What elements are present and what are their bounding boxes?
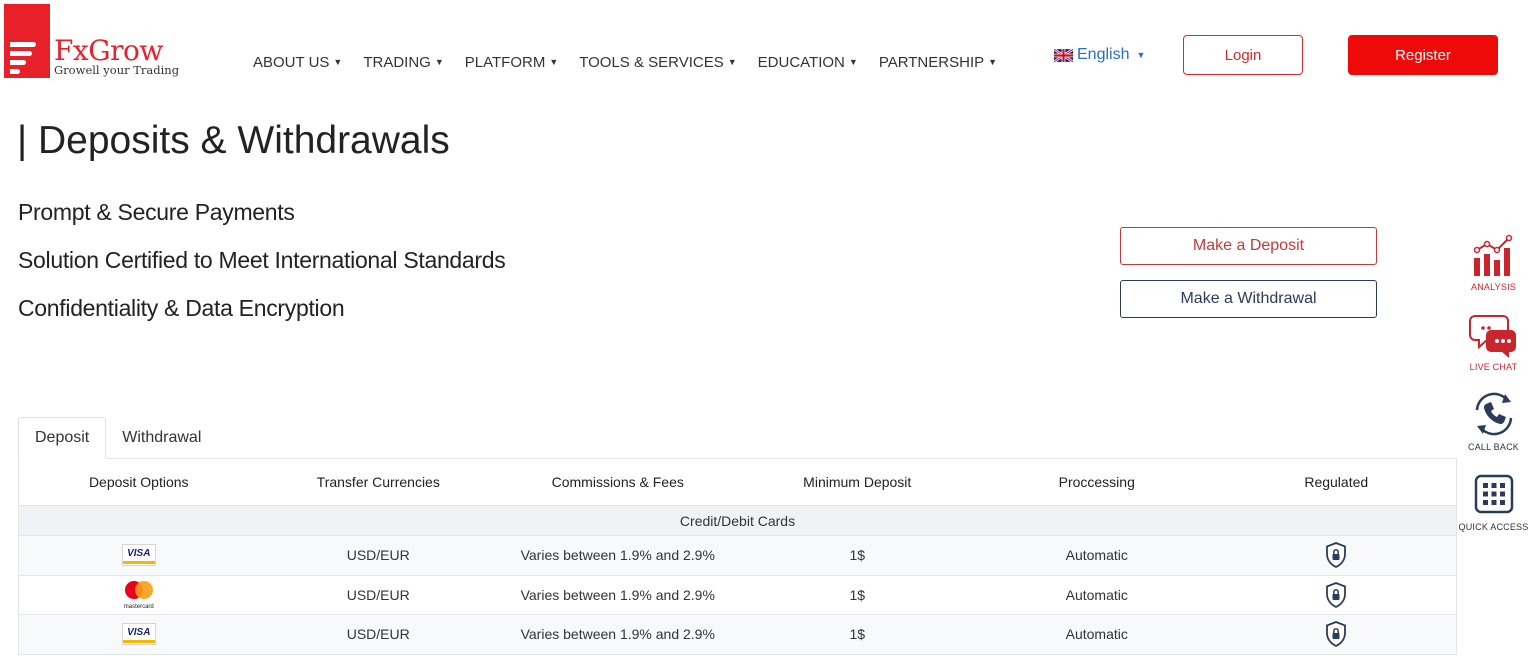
nav-education[interactable]: EDUCATION ▼ (758, 54, 858, 71)
column-header: Deposit Options (88, 474, 189, 490)
caret-down-icon: ▼ (333, 57, 343, 67)
regulated-cell (1217, 621, 1457, 648)
deposit-option-cell: VISA (19, 544, 259, 567)
table-header: Deposit Options Transfer Currencies Comm… (19, 459, 1456, 506)
caret-down-icon: ▼ (848, 57, 858, 67)
feature-item: Solution Certified to Meet International… (18, 247, 506, 273)
nav-trading[interactable]: TRADING ▼ (363, 54, 443, 71)
site-header: FxGrow Growell your Trading ABOUT US ▼ TR… (0, 0, 1529, 100)
processing-cell: Automatic (1065, 586, 1128, 603)
column-header: Regulated (1304, 474, 1369, 490)
currencies-cell: USD/EUR (346, 626, 410, 643)
tab-deposit[interactable]: Deposit (18, 417, 107, 459)
language-selector[interactable]: English ▼ (1054, 46, 1145, 64)
feature-item: Prompt & Secure Payments (18, 199, 295, 225)
nav-about-us[interactable]: ABOUT US ▼ (253, 54, 342, 71)
analysis-chart-icon (1473, 234, 1512, 276)
nav-label: TRADING (363, 54, 431, 71)
side-widget-label: CALL BACK (1468, 442, 1519, 452)
table-row: mastercard USD/EUR Varies between 1.9% a… (19, 576, 1457, 615)
fees-cell: Varies between 1.9% and 2.9% (520, 547, 715, 564)
table-row: VISA USD/EUR Varies between 1.9% and 2.9… (19, 536, 1456, 576)
deposit-option-cell: mastercard (19, 580, 259, 610)
nav-label: PARTNERSHIP (878, 54, 985, 71)
shield-lock-icon (1326, 542, 1347, 569)
nav-label: EDUCATION (757, 54, 845, 71)
caret-down-icon: ▼ (549, 57, 559, 67)
phone-callback-icon (1475, 392, 1512, 436)
visa-text: VISA (127, 548, 151, 560)
min-deposit-cell: 1$ (849, 626, 866, 643)
make-withdrawal-button[interactable]: Make a Withdrawal (1120, 280, 1377, 318)
currencies-cell: USD/EUR (346, 547, 410, 564)
nav-partnership[interactable]: PARTNERSHIP ▼ (879, 54, 997, 71)
fees-cell: Varies between 1.9% and 2.9% (520, 586, 715, 603)
feature-item: Confidentiality & Data Encryption (18, 295, 345, 321)
caret-down-icon: ▼ (1136, 50, 1146, 60)
visa-logo-icon: VISA (121, 623, 156, 646)
nav-label: PLATFORM (464, 54, 546, 71)
min-deposit-cell: 1$ (849, 586, 866, 603)
min-deposit-cell: 1$ (849, 547, 866, 564)
nav-label: TOOLS & SERVICES (579, 54, 724, 71)
visa-text: VISA (127, 627, 151, 639)
column-header: Proccessing (1058, 474, 1135, 490)
shield-lock-icon (1326, 581, 1347, 608)
brand-name: FxGrow (54, 34, 163, 67)
deposit-option-cell: VISA (19, 623, 259, 646)
caret-down-icon: ▼ (434, 57, 444, 67)
regulated-cell (1217, 581, 1457, 608)
make-deposit-button[interactable]: Make a Deposit (1120, 227, 1377, 265)
nav-platform[interactable]: PLATFORM ▼ (465, 54, 558, 71)
table-row: VISA USD/EUR Varies between 1.9% and 2.9… (19, 615, 1456, 655)
tab-withdrawal[interactable]: Withdrawal (106, 417, 217, 459)
chat-bubbles-icon (1468, 315, 1516, 358)
brand-logo[interactable]: FxGrow Growell your Trading (4, 4, 179, 78)
column-header: Transfer Currencies (316, 474, 440, 490)
register-button[interactable]: Register (1348, 35, 1498, 75)
column-header: Commissions & Fees (551, 474, 684, 490)
side-widget-analysis[interactable]: ANALYSIS (1458, 228, 1529, 298)
caret-down-icon: ▼ (988, 57, 998, 67)
fees-cell: Varies between 1.9% and 2.9% (520, 626, 715, 643)
side-widget-call-back[interactable]: CALL BACK (1458, 388, 1529, 458)
nav-label: ABOUT US (253, 54, 330, 71)
payment-tabs: Deposit Withdrawal (18, 417, 217, 459)
currencies-cell: USD/EUR (346, 586, 410, 603)
processing-cell: Automatic (1065, 626, 1128, 643)
mastercard-text: mastercard (123, 603, 154, 610)
side-widget-quick-access[interactable]: QUICK ACCESS (1458, 468, 1529, 538)
uk-flag-icon (1054, 48, 1073, 62)
visa-logo-icon: VISA (121, 544, 156, 567)
processing-cell: Automatic (1065, 547, 1128, 564)
shield-lock-icon (1326, 621, 1347, 648)
side-widget-label: QUICK ACCESS (1458, 522, 1529, 532)
regulated-cell (1217, 542, 1457, 569)
mastercard-logo-icon: mastercard (121, 580, 157, 610)
deposit-options-table: Deposit Options Transfer Currencies Comm… (18, 458, 1457, 655)
nav-tools-services[interactable]: TOOLS & SERVICES ▼ (579, 54, 736, 71)
page-title: | Deposits & Withdrawals (17, 119, 450, 162)
column-header: Minimum Deposit (803, 474, 912, 490)
side-widget-label: LIVE CHAT (1469, 362, 1518, 372)
side-widget-label: ANALYSIS (1471, 282, 1516, 292)
grid-icon (1474, 474, 1513, 514)
main-nav: ABOUT US ▼ TRADING ▼ PLATFORM ▼ TOOLS & SER… (253, 54, 1018, 71)
logo-mark-icon (4, 4, 50, 78)
language-label: English (1077, 46, 1130, 63)
brand-tagline: Growell your Trading (54, 63, 180, 77)
table-group-header: Credit/Debit Cards (19, 506, 1456, 536)
side-widget-live-chat[interactable]: LIVE CHAT (1458, 308, 1529, 378)
caret-down-icon: ▼ (727, 57, 737, 67)
login-button[interactable]: Login (1183, 35, 1303, 75)
